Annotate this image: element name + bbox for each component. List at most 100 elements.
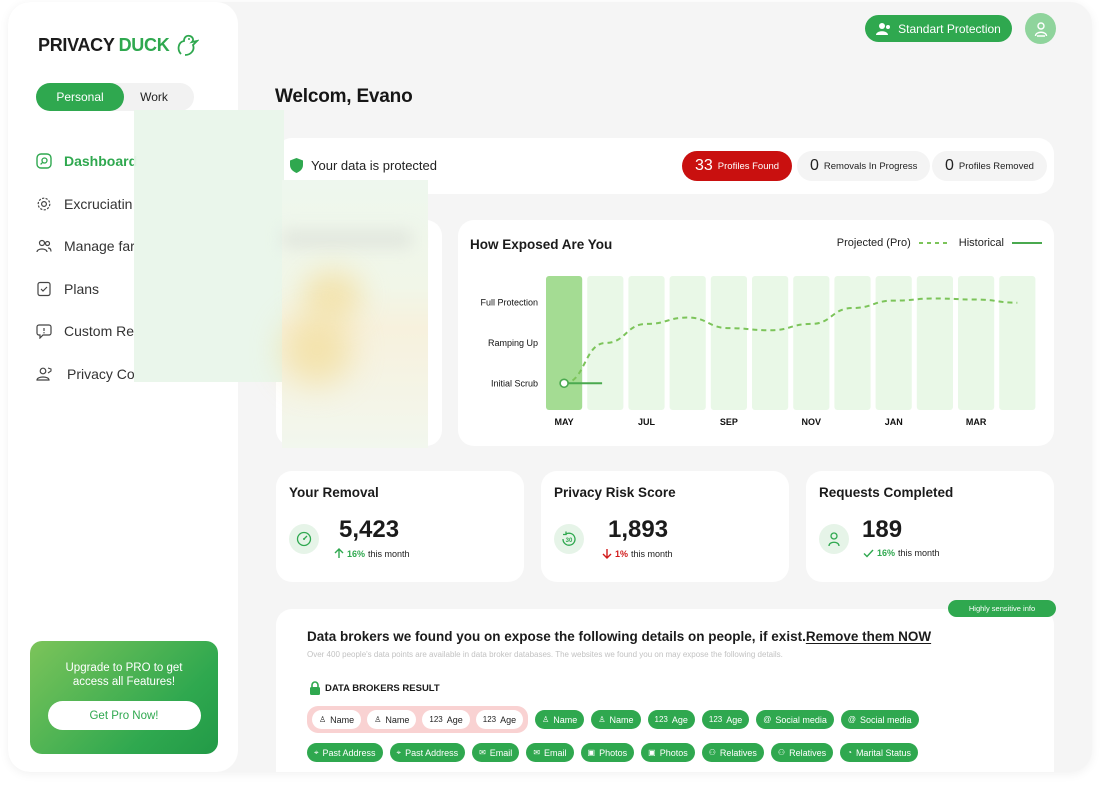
y-tick-label: Full Protection — [480, 298, 538, 308]
gauge-icon — [289, 524, 319, 554]
blur-overlay — [282, 180, 428, 448]
detail-tag: ⚇ Relatives — [770, 743, 834, 762]
shield-icon — [290, 158, 303, 173]
arrow-up-icon — [334, 548, 344, 558]
detail-tag: ⌖ Past Address — [307, 743, 383, 762]
brokers-title-text: Data brokers we found you on expose the … — [307, 629, 806, 644]
sensitive-badge: Highly sensitive info — [948, 600, 1056, 617]
users-icon — [36, 240, 52, 253]
sidebar-item-plans[interactable]: Plans — [36, 268, 137, 311]
stat-value: 1,893 — [608, 516, 669, 543]
detail-tag: ✉ Email — [472, 743, 520, 762]
person-icon — [819, 524, 849, 554]
sidebar-item-manage-family[interactable]: Manage far — [36, 225, 137, 268]
stat-card-removal: Your Removal 5,423 16% this month — [276, 471, 524, 582]
plan-button[interactable]: Standart Protection — [865, 15, 1012, 42]
blur-overlay — [134, 110, 284, 382]
get-pro-button[interactable]: Get Pro Now! — [47, 701, 201, 730]
age-icon: 123 — [708, 715, 723, 724]
stat-change: 16% this month — [334, 548, 410, 559]
age-icon: 123 — [429, 715, 443, 724]
x-tick-label: MAR — [966, 417, 987, 427]
detail-tag: ✉ Email — [526, 743, 574, 762]
removals-label: Removals In Progress — [823, 160, 918, 172]
profiles-found-count: 33 — [695, 157, 713, 174]
stat-suffix: this month — [898, 548, 940, 558]
exposed-details: ♙ Name ♙ Name 123 Age 123 Age ♙ Name ♙ Name 123 Age 1… — [307, 706, 1037, 772]
sidebar-nav: Dashboard Excruciatin Manage far Plans C… — [36, 140, 137, 395]
app-frame: PRIVACY DUCK Personal Work Dashboard Excr… — [8, 2, 1092, 772]
flagged-tags: ♙ Name ♙ Name 123 Age 123 Age — [307, 706, 529, 733]
brokers-subtitle: Over 400 people's data points are availa… — [307, 650, 783, 659]
removals-count: 0 — [810, 157, 819, 174]
sidebar-item-settings[interactable]: Excruciatin — [36, 183, 137, 226]
stat-value: 189 — [862, 516, 903, 543]
detail-tag: ♙ Name — [367, 710, 417, 729]
logo-text-green: DUCK — [118, 34, 170, 55]
user-shield-icon — [36, 367, 52, 381]
detail-tag: @ Social media — [840, 710, 919, 729]
brokers-title: Data brokers we found you on expose the … — [307, 629, 931, 644]
detail-tag: ▣ Photos — [641, 743, 695, 762]
stat-card-risk-score: Privacy Risk Score 30 1,893 1% this mont… — [541, 471, 789, 582]
checklist-icon — [37, 281, 51, 296]
removals-pill[interactable]: 0 Removals In Progress — [797, 151, 931, 181]
removed-pill[interactable]: 0 Profiles Removed — [932, 151, 1047, 181]
profiles-found-pill[interactable]: 33 Profiles Found — [682, 151, 793, 181]
x-tick-label: NOV — [802, 417, 822, 427]
stat-title: Your Removal — [289, 485, 379, 500]
y-tick-label: Ramping Up — [488, 338, 538, 348]
detail-tag: ▣ Photos — [580, 743, 635, 762]
remove-now-link[interactable]: Remove them NOW — [806, 629, 931, 644]
tag-row: ⌖ Past Address ⌖ Past Address ✉ Email ✉ Email ▣ P… — [307, 743, 1037, 762]
stat-value: 5,423 — [339, 516, 400, 543]
x-tick-label: SEP — [720, 417, 738, 427]
age-icon: 123 — [654, 715, 668, 724]
chart-column — [628, 276, 665, 410]
chart-column — [875, 276, 912, 410]
exposure-chart-card: How Exposed Are You Projected (Pro) Hist… — [458, 220, 1054, 446]
photos-icon: ▣ — [648, 748, 656, 757]
detail-tag: ◔ Marital Status — [840, 743, 918, 762]
sidebar-item-label: Dashboard — [64, 153, 138, 170]
lock-icon — [310, 681, 320, 695]
tag-row: ♙ Name ♙ Name 123 Age 123 Age ♙ Name ♙ Name 123 Age 1… — [307, 706, 1037, 733]
toggle-work[interactable]: Work — [124, 83, 184, 111]
avatar[interactable] — [1025, 13, 1056, 44]
age-icon: 123 — [482, 715, 497, 724]
name-icon: ♙ — [374, 715, 382, 724]
chart-column — [916, 276, 953, 410]
stat-pct: 16% — [347, 548, 366, 559]
toggle-personal[interactable]: Personal — [36, 83, 124, 111]
email-icon: ✉ — [479, 748, 486, 757]
x-tick-label: MAY — [555, 417, 574, 427]
current-point — [559, 378, 569, 389]
stat-title: Privacy Risk Score — [554, 485, 676, 500]
check-icon — [863, 549, 874, 558]
logo[interactable]: PRIVACY DUCK — [38, 32, 200, 58]
photos-icon: ▣ — [587, 748, 596, 757]
sidebar-item-label: Excruciatin — [64, 195, 133, 212]
x-tick-label: JUL — [638, 417, 656, 427]
sidebar-item-custom-requests[interactable]: Custom Re — [36, 310, 137, 353]
social-media-icon: @ — [847, 715, 857, 724]
sidebar-item-dashboard[interactable]: Dashboard — [36, 140, 137, 183]
protection-status: Your data is protected — [290, 158, 437, 173]
relatives-icon: ⚇ — [777, 748, 786, 757]
removed-count: 0 — [945, 157, 954, 174]
detail-tag: 123 Age — [475, 710, 524, 729]
sidebar-item-privacy[interactable]: Privacy Co — [36, 353, 137, 396]
past-address-icon: ⌖ — [396, 747, 402, 757]
chat-icon — [36, 324, 52, 340]
detail-tag: 123 Age — [701, 710, 750, 729]
stat-change: 1% this month — [602, 548, 673, 559]
detail-tag: ♙ Name — [591, 710, 641, 729]
chart-column — [752, 276, 789, 410]
brokers-result-header: DATA BROKERS RESULT — [309, 681, 440, 695]
search-icon — [36, 153, 52, 169]
upgrade-text: Upgrade to PRO to get access all Feature… — [65, 662, 183, 688]
detail-tag: ⌖ Past Address — [389, 743, 466, 762]
stat-title: Requests Completed — [819, 485, 954, 500]
user-icon — [1034, 21, 1047, 37]
detail-tag: ♙ Name — [312, 710, 362, 729]
